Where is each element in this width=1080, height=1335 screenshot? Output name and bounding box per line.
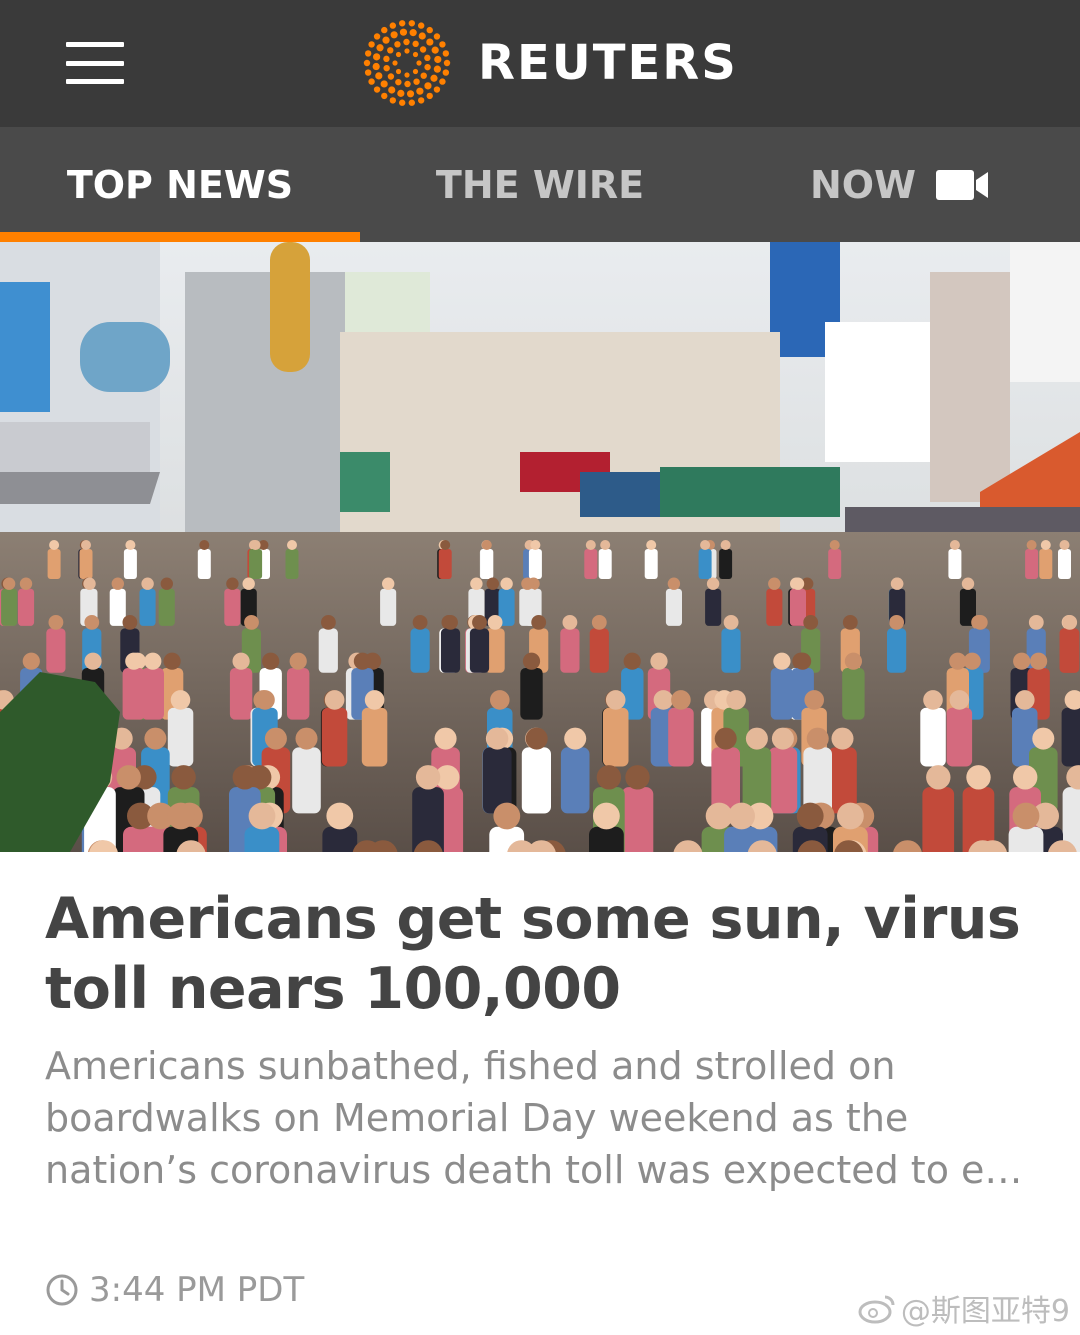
- section-tabs: TOP NEWS THE WIRE NOW: [0, 127, 1080, 242]
- watermark-text: @斯图亚特9: [900, 1294, 1070, 1329]
- menu-line: [66, 60, 124, 66]
- video-camera-icon: [936, 169, 990, 201]
- reuters-dot-logo-icon: [363, 20, 451, 106]
- article-headline[interactable]: Americans get some sun, virus toll nears…: [45, 884, 1035, 1024]
- watermark: @斯图亚特9: [857, 1288, 1070, 1329]
- menu-line: [66, 42, 124, 47]
- tab-top-news[interactable]: TOP NEWS: [0, 127, 360, 242]
- active-tab-indicator: [0, 232, 360, 242]
- app-header: REUTERS: [0, 0, 1080, 127]
- tab-label: THE WIRE: [435, 162, 645, 207]
- timestamp-text: 3:44 PM PDT: [89, 1270, 305, 1310]
- clock-icon: [46, 1274, 78, 1306]
- brand-name: REUTERS: [478, 35, 738, 91]
- article-image[interactable]: [0, 242, 1080, 852]
- tab-now[interactable]: NOW: [720, 127, 1080, 242]
- article-timestamp: 3:44 PM PDT: [45, 1268, 304, 1312]
- tab-the-wire[interactable]: THE WIRE: [360, 127, 720, 242]
- brand-logo[interactable]: REUTERS: [362, 20, 738, 106]
- tab-label: NOW: [809, 162, 917, 207]
- hamburger-menu-icon[interactable]: [66, 42, 124, 84]
- tab-label: TOP NEWS: [66, 162, 294, 207]
- weibo-icon: [858, 1295, 895, 1324]
- menu-line: [66, 79, 124, 84]
- boardwalk-photo: [0, 242, 1080, 852]
- article-summary[interactable]: Americans sunbathed, fished and strolled…: [45, 1040, 1035, 1200]
